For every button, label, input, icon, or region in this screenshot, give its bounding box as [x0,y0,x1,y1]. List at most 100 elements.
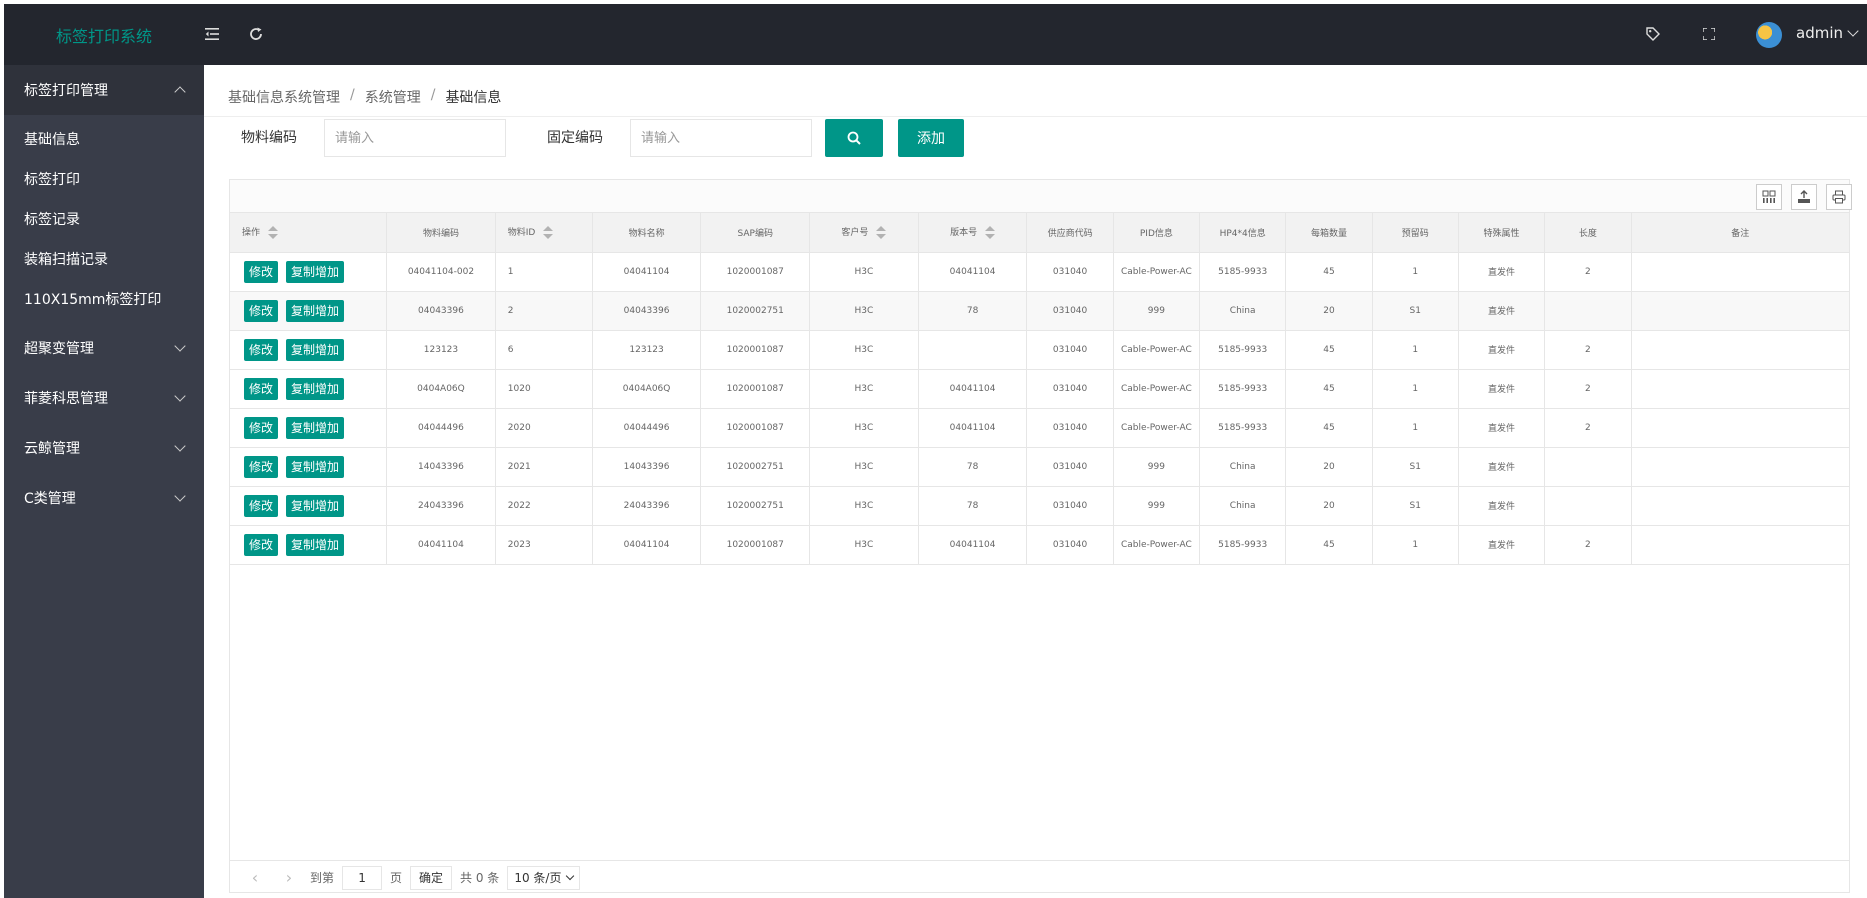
column-header-actions[interactable]: 操作 [230,213,388,253]
table-cell: 0404A06Q [386,369,496,409]
chevron-down-icon [566,871,575,880]
export-icon[interactable] [1791,184,1817,210]
table-cell [1631,408,1850,448]
table-row[interactable]: 修改 复制增加 04041104 2023 04041104 1020001087 H3C 0… [230,525,1850,565]
prev-page-icon[interactable]: ‹ [242,868,268,887]
sidebar-group-xfusion[interactable]: 超聚变管理 [4,323,204,373]
column-header-sap-code[interactable]: SAP编码 [700,213,811,253]
chevron-down-icon [174,440,186,452]
copy-add-button[interactable]: 复制增加 [286,260,345,283]
data-table-container: 操作 物料编码 物料ID 物料名称 SAP编码 客户号 版本号 供应商代码 PI… [229,179,1852,893]
column-header-customer-no[interactable]: 客户号 [809,213,919,253]
table-row[interactable]: 修改 复制增加 0404A06Q 1020 0404A06Q 1020001087 H3C 0… [230,369,1850,409]
sort-icon[interactable] [985,225,996,240]
table-cell: 04041104-002 [386,252,496,292]
copy-add-button[interactable]: 复制增加 [286,338,345,361]
sort-icon[interactable] [876,225,887,240]
edit-button[interactable]: 修改 [244,416,279,439]
sort-icon[interactable] [543,225,554,240]
columns-filter-icon[interactable] [1756,184,1782,210]
column-header-material-name[interactable]: 物料名称 [592,213,702,253]
sidebar-item-packing-scan[interactable]: 装箱扫描记录 [4,239,204,279]
copy-add-button[interactable]: 复制增加 [286,416,345,439]
column-header-material-id[interactable]: 物料ID [495,213,593,253]
column-header-qty-per-box[interactable]: 每箱数量 [1285,213,1373,253]
page-number-input[interactable] [342,865,383,890]
table-cell: 031040 [1026,486,1114,526]
sidebar-group-c-class[interactable]: C类管理 [4,473,204,523]
table-cell: 1020002751 [700,486,811,526]
table-row[interactable]: 修改 复制增加 04043396 2 04043396 1020002751 H3C 78 03… [230,291,1850,331]
column-header-material-code[interactable]: 物料编码 [386,213,496,253]
app-logo-title[interactable]: 标签打印系统 [4,4,204,65]
fixed-code-input[interactable] [630,119,812,157]
edit-button[interactable]: 修改 [244,455,279,478]
copy-add-button[interactable]: 复制增加 [286,455,345,478]
sidebar-group-feilingkesi[interactable]: 菲菱科思管理 [4,373,204,423]
sidebar-item-label-print[interactable]: 标签打印 [4,159,204,199]
column-header-length[interactable]: 长度 [1544,213,1632,253]
table-cell: S1 [1372,447,1459,487]
next-page-icon[interactable]: › [276,868,302,887]
edit-button[interactable]: 修改 [244,533,279,556]
column-header-reserved-code[interactable]: 预留码 [1372,213,1459,253]
page-size-select[interactable]: 10 条/页 [507,865,581,890]
column-header-supplier-code[interactable]: 供应商代码 [1026,213,1114,253]
copy-add-button[interactable]: 复制增加 [286,377,345,400]
table-cell: H3C [809,486,919,526]
column-header-hp44-info[interactable]: HP4*4信息 [1199,213,1287,253]
sidebar-item-110x15-print[interactable]: 110X15mm标签打印 [4,279,204,319]
menu-fold-icon[interactable] [200,22,224,46]
sidebar-group-yunjing[interactable]: 云鲸管理 [4,423,204,473]
avatar[interactable] [1756,22,1782,48]
table-cell: H3C [809,408,919,448]
table-cell: 20 [1285,291,1373,331]
search-button[interactable] [825,119,883,157]
copy-add-button[interactable]: 复制增加 [286,533,345,556]
chevron-down-icon [1847,25,1859,37]
breadcrumb-item[interactable]: 基础信息系统管理 [228,87,340,107]
table-cell: 2022 [495,486,593,526]
column-header-special-attr[interactable]: 特殊属性 [1458,213,1546,253]
column-header-pid-info[interactable]: PID信息 [1113,213,1201,253]
column-header-remark[interactable]: 备注 [1631,213,1850,253]
table-cell: 1020001087 [700,408,811,448]
table-cell: H3C [809,447,919,487]
material-code-input[interactable] [324,119,506,157]
table-cell: 14043396 [592,447,702,487]
column-header-version[interactable]: 版本号 [918,213,1028,253]
breadcrumb-item[interactable]: 系统管理 [365,87,421,107]
print-icon[interactable] [1826,184,1852,210]
edit-button[interactable]: 修改 [244,338,279,361]
table-cell [918,330,1028,370]
copy-add-button[interactable]: 复制增加 [286,494,345,517]
edit-button[interactable]: 修改 [244,299,279,322]
sidebar-group-label: 云鲸管理 [24,441,80,457]
table-row[interactable]: 修改 复制增加 14043396 2021 14043396 1020002751 H3C 7… [230,447,1850,487]
user-menu[interactable]: admin [1796,24,1859,42]
table-row[interactable]: 修改 复制增加 04041104-002 1 04041104 1020001087 H3C… [230,252,1850,292]
edit-button[interactable]: 修改 [244,377,279,400]
sidebar-group-label-print[interactable]: 标签打印管理 [4,65,204,115]
table-cell: 14043396 [386,447,496,487]
table-cell: 031040 [1026,369,1114,409]
table-row[interactable]: 修改 复制增加 123123 6 123123 1020001087 H3C 031040 Ca… [230,330,1850,370]
edit-button[interactable]: 修改 [244,260,279,283]
confirm-page-button[interactable]: 确定 [410,865,453,890]
table-cell: 直发件 [1458,486,1546,526]
sidebar-item-label-records[interactable]: 标签记录 [4,199,204,239]
tag-icon[interactable] [1641,22,1665,46]
fixed-code-label: 固定编码 [547,130,603,146]
refresh-icon[interactable] [244,22,268,46]
table-row[interactable]: 修改 复制增加 24043396 2022 24043396 1020002751 H3C 7… [230,486,1850,526]
sort-icon[interactable] [268,225,279,240]
fullscreen-icon[interactable] [1697,22,1721,46]
table-row[interactable]: 修改 复制增加 04044496 2020 04044496 1020001087 H3C 0… [230,408,1850,448]
add-button[interactable]: 添加 [898,119,964,157]
copy-add-button[interactable]: 复制增加 [286,299,345,322]
table-cell: 5185-9933 [1199,525,1287,565]
table-cell [1631,447,1850,487]
edit-button[interactable]: 修改 [244,494,279,517]
table-cell: 1020001087 [700,525,811,565]
sidebar-item-basic-info[interactable]: 基础信息 [4,119,204,159]
